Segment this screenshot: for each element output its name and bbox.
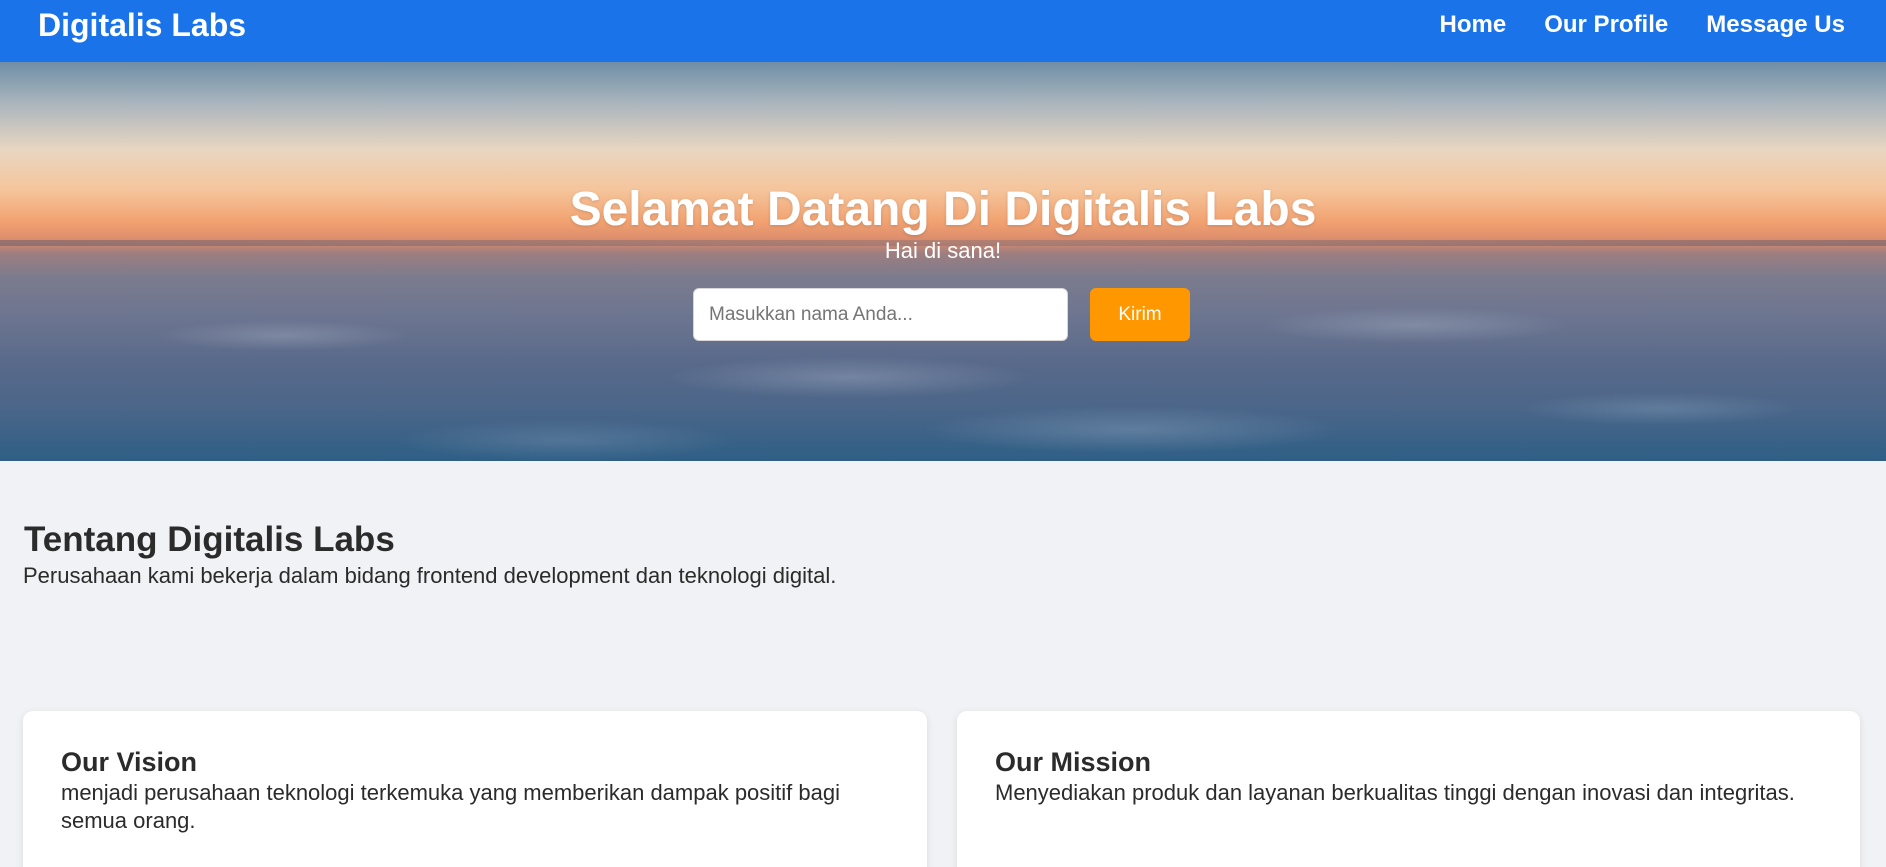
brand-logo-text[interactable]: Digitalis Labs: [38, 7, 246, 44]
navbar: Digitalis Labs Home Our Profile Message …: [0, 0, 1886, 62]
nav-link-message-us[interactable]: Message Us: [1706, 11, 1845, 39]
send-button[interactable]: Kirim: [1090, 288, 1190, 341]
nav-links: Home Our Profile Message Us: [1440, 11, 1845, 39]
vision-card-title: Our Vision: [61, 747, 198, 777]
vision-card-text: menjadi perusahaan teknologi terkemuka y…: [61, 780, 841, 833]
hero-title: Selamat Datang Di Digitalis Labs: [569, 183, 1317, 236]
about-text: Perusahaan kami bekerja dalam bidang fro…: [23, 563, 837, 588]
mission-card: Our Mission Menyediakan produk dan layan…: [957, 711, 1860, 867]
vision-card: Our Vision menjadi perusahaan teknologi …: [23, 711, 927, 867]
about-title: Tentang Digitalis Labs: [24, 520, 395, 559]
hero-banner: Selamat Datang Di Digitalis Labs Hai di …: [0, 62, 1886, 461]
name-form: Kirim: [693, 288, 1190, 341]
nav-link-home[interactable]: Home: [1440, 11, 1507, 39]
hero-subtitle: Hai di sana!: [884, 238, 1002, 263]
hero-clouds-decoration: [0, 252, 1886, 461]
mission-card-text: Menyediakan produk dan layanan berkualit…: [995, 780, 1795, 805]
nav-link-our-profile[interactable]: Our Profile: [1544, 11, 1668, 39]
mission-card-title: Our Mission: [995, 747, 1152, 777]
name-input[interactable]: [693, 288, 1068, 341]
